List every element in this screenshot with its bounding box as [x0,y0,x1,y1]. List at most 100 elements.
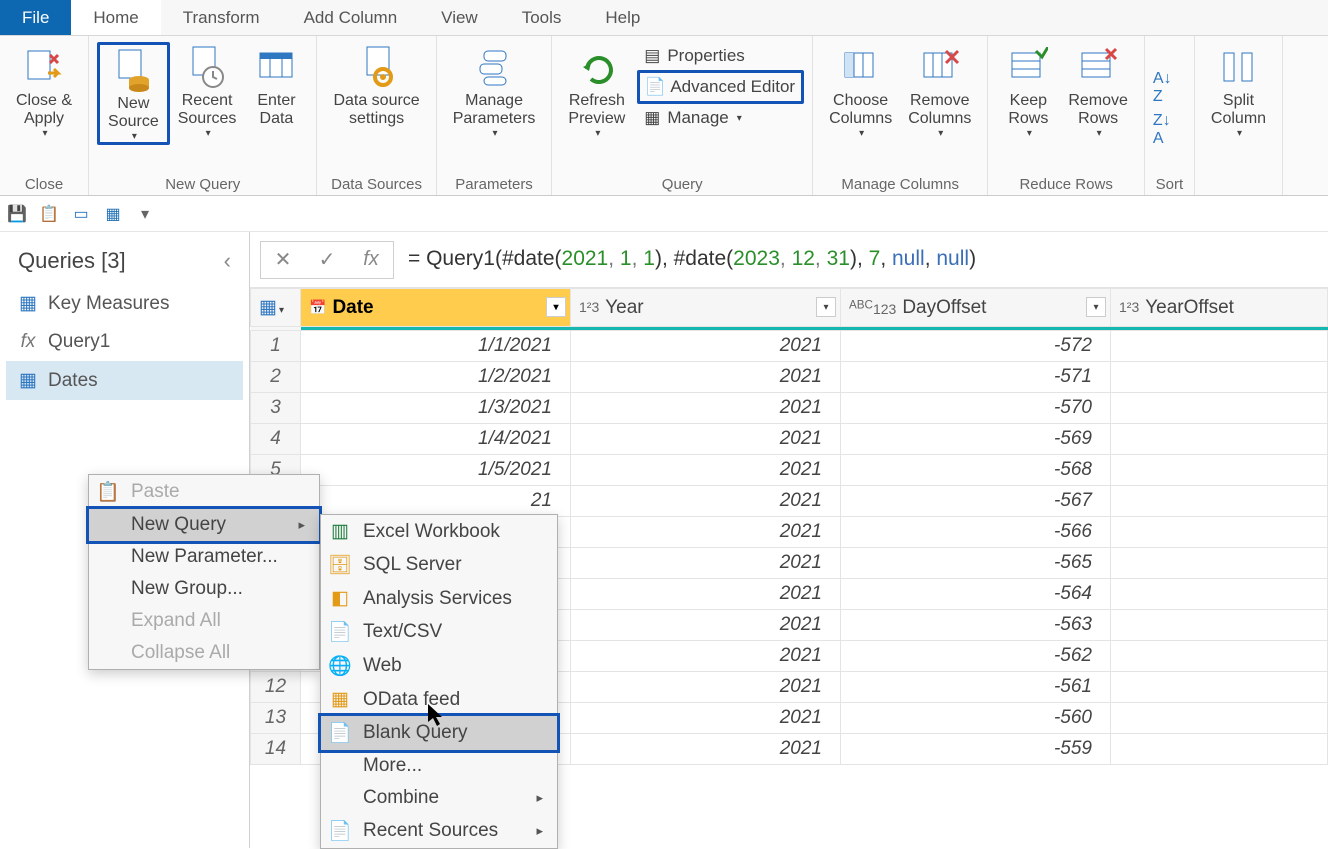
cell-dayoffset[interactable]: -565 [841,548,1111,579]
corner-cell[interactable]: ▦▾ [251,289,301,327]
cell-year[interactable]: 2021 [571,424,841,455]
column-filter-year[interactable]: ▾ [816,297,836,317]
tab-add-column[interactable]: Add Column [282,0,420,35]
recent-sources-button[interactable]: Recent Sources▾ [170,42,245,139]
close-apply-button[interactable]: Close & Apply▾ [8,42,80,139]
qat-icon-1[interactable]: 📋 [40,205,58,223]
tab-transform[interactable]: Transform [161,0,282,35]
query-item-dates[interactable]: ▦ Dates [6,361,243,400]
save-icon[interactable]: 💾 [8,205,26,223]
cell-dayoffset[interactable]: -559 [841,734,1111,765]
ctx-new-query[interactable]: New Query▸ [86,506,322,544]
remove-rows-button[interactable]: Remove Rows▾ [1060,42,1136,139]
cell-date[interactable]: 1/4/2021 [301,424,571,455]
cell-yearoffset[interactable] [1111,703,1328,734]
formula-text[interactable]: = Query1(#date(2021, 1, 1), #date(2023, … [394,247,976,272]
sort-asc-button[interactable]: A↓Z [1153,70,1172,106]
tab-tools[interactable]: Tools [500,0,584,35]
qat-icon-3[interactable]: ▦ [104,205,122,223]
collapse-panel-icon[interactable]: ‹ [224,248,231,274]
cell-dayoffset[interactable]: -570 [841,393,1111,424]
cell-yearoffset[interactable] [1111,393,1328,424]
column-filter-dayoffset[interactable]: ▾ [1086,297,1106,317]
cell-year[interactable]: 2021 [571,331,841,362]
src-excel[interactable]: ▥Excel Workbook [321,515,557,548]
cell-yearoffset[interactable] [1111,579,1328,610]
formula-accept-button[interactable]: ✓ [305,247,349,272]
table-row[interactable]: 5 1/5/2021 2021 -568 [251,455,1328,486]
data-source-settings-button[interactable]: Data source settings [325,42,427,128]
table-row[interactable]: 6 21 2021 -567 [251,486,1328,517]
choose-columns-button[interactable]: Choose Columns▾ [821,42,900,139]
sort-desc-button[interactable]: Z↓A [1153,112,1171,148]
cell-yearoffset[interactable] [1111,486,1328,517]
cell-dayoffset[interactable]: -566 [841,517,1111,548]
qat-dropdown[interactable]: ▾ [136,205,154,223]
cell-date[interactable]: 1/1/2021 [301,331,571,362]
table-row[interactable]: 1 1/1/2021 2021 -572 [251,331,1328,362]
tab-help[interactable]: Help [583,0,662,35]
table-row[interactable]: 2 1/2/2021 2021 -571 [251,362,1328,393]
cell-dayoffset[interactable]: -563 [841,610,1111,641]
src-combine[interactable]: Combine▸ [321,782,557,814]
src-web[interactable]: 🌐Web [321,649,557,683]
cell-year[interactable]: 2021 [571,703,841,734]
tab-view[interactable]: View [419,0,500,35]
src-analysis-services[interactable]: ◧Analysis Services [321,582,557,615]
query-item-key-measures[interactable]: ▦ Key Measures [6,284,243,323]
src-blank-query[interactable]: 📄Blank Query [318,713,560,753]
properties-button[interactable]: ▤Properties [637,42,804,70]
column-header-yearoffset[interactable]: 1²3YearOffset [1111,289,1328,327]
table-row[interactable]: 3 1/3/2021 2021 -570 [251,393,1328,424]
ctx-new-group[interactable]: New Group... [89,573,319,605]
refresh-preview-button[interactable]: Refresh Preview▾ [560,42,633,139]
ctx-new-parameter[interactable]: New Parameter... [89,541,319,573]
cell-yearoffset[interactable] [1111,672,1328,703]
src-text-csv[interactable]: 📄Text/CSV [321,615,557,649]
cell-dayoffset[interactable]: -560 [841,703,1111,734]
cell-yearoffset[interactable] [1111,362,1328,393]
new-source-button[interactable]: New Source▾ [97,42,170,145]
src-sql[interactable]: 🗄SQL Server [321,548,557,582]
qat-icon-2[interactable]: ▭ [72,205,90,223]
cell-year[interactable]: 2021 [571,455,841,486]
cell-dayoffset[interactable]: -571 [841,362,1111,393]
cell-yearoffset[interactable] [1111,331,1328,362]
src-more[interactable]: More... [321,750,557,782]
cell-year[interactable]: 2021 [571,548,841,579]
cell-yearoffset[interactable] [1111,548,1328,579]
remove-columns-button[interactable]: Remove Columns▾ [900,42,979,139]
cell-dayoffset[interactable]: -569 [841,424,1111,455]
cell-year[interactable]: 2021 [571,486,841,517]
cell-year[interactable]: 2021 [571,672,841,703]
manage-button[interactable]: ▦Manage▾ [637,104,804,132]
src-recent-sources[interactable]: 📄Recent Sources▸ [321,814,557,848]
cell-dayoffset[interactable]: -561 [841,672,1111,703]
tab-home[interactable]: Home [71,0,160,35]
split-column-button[interactable]: Split Column▾ [1203,42,1274,139]
cell-yearoffset[interactable] [1111,424,1328,455]
cell-date[interactable]: 1/3/2021 [301,393,571,424]
formula-fx-button[interactable]: fx [349,248,393,271]
cell-yearoffset[interactable] [1111,734,1328,765]
keep-rows-button[interactable]: Keep Rows▾ [996,42,1060,139]
cell-dayoffset[interactable]: -564 [841,579,1111,610]
src-odata[interactable]: ▦OData feed [321,683,557,716]
cell-date[interactable]: 1/5/2021 [301,455,571,486]
tab-file[interactable]: File [0,0,71,35]
column-header-date[interactable]: 📅Date▾ [301,289,571,327]
advanced-editor-button[interactable]: 📄Advanced Editor [637,70,804,104]
table-row[interactable]: 4 1/4/2021 2021 -569 [251,424,1328,455]
cell-yearoffset[interactable] [1111,610,1328,641]
cell-dayoffset[interactable]: -572 [841,331,1111,362]
cell-dayoffset[interactable]: -567 [841,486,1111,517]
column-filter-date[interactable]: ▾ [546,297,566,317]
cell-dayoffset[interactable]: -568 [841,455,1111,486]
cell-yearoffset[interactable] [1111,455,1328,486]
column-header-year[interactable]: 1²3Year▾ [571,289,841,327]
cell-year[interactable]: 2021 [571,362,841,393]
enter-data-button[interactable]: Enter Data [244,42,308,128]
manage-parameters-button[interactable]: Manage Parameters▾ [445,42,544,139]
cell-yearoffset[interactable] [1111,641,1328,672]
cell-year[interactable]: 2021 [571,579,841,610]
